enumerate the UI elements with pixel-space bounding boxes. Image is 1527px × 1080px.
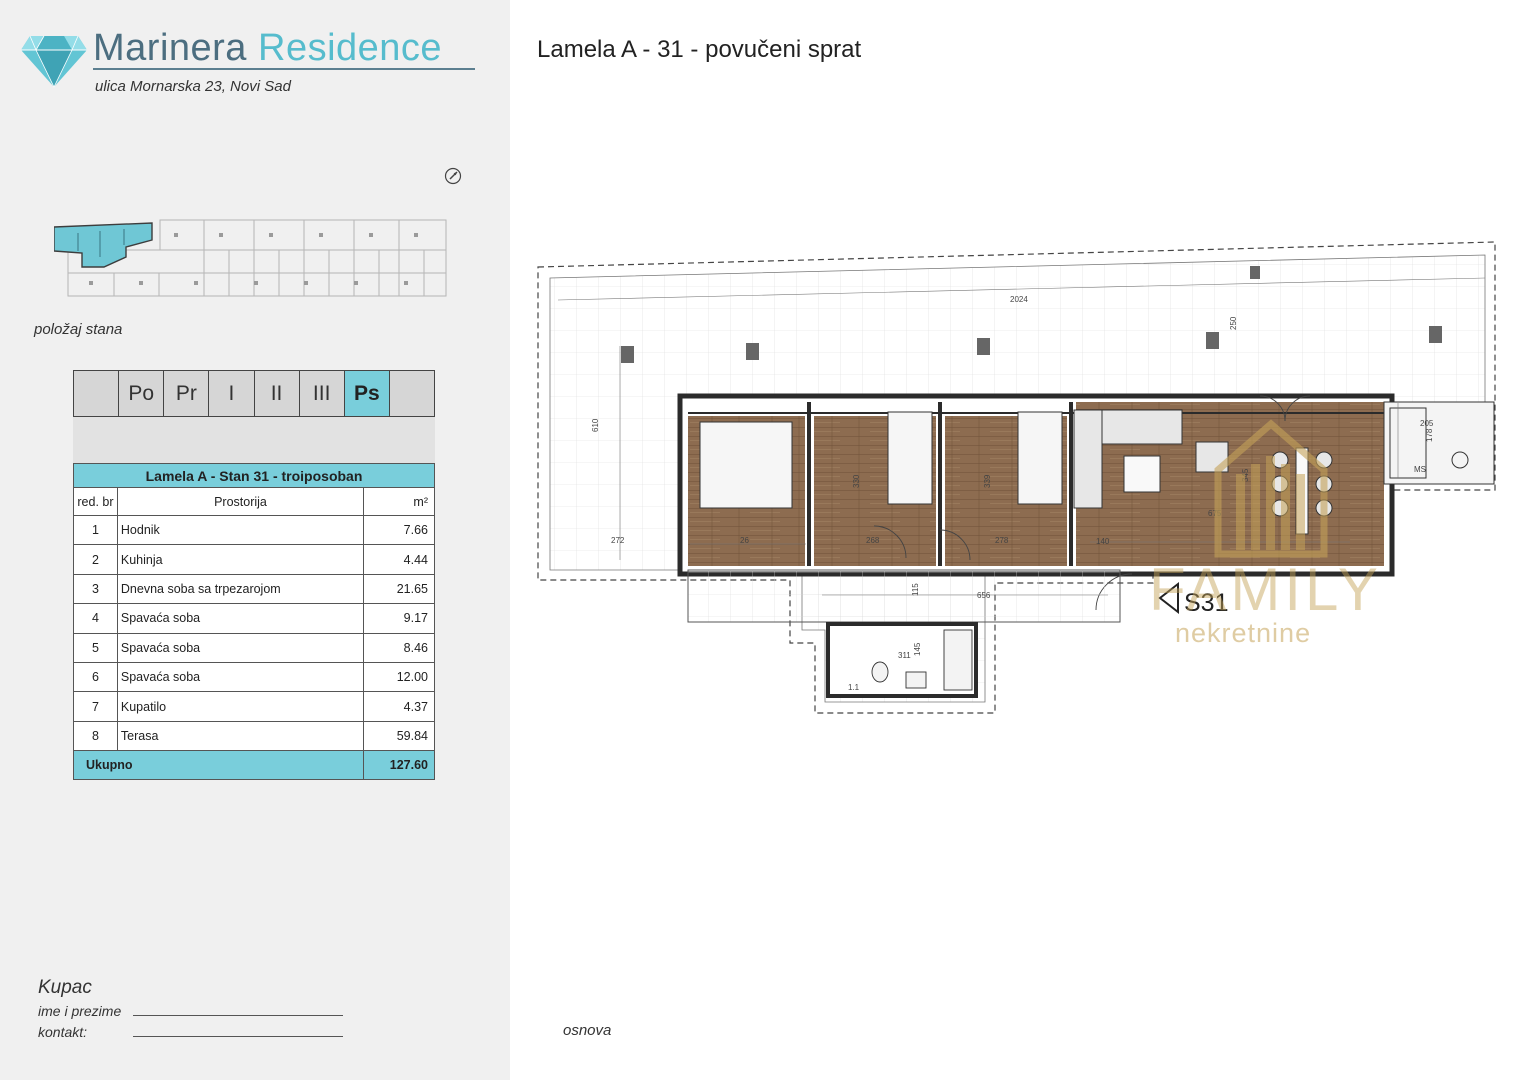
dimension-label: 656 <box>977 591 991 600</box>
row-room: Dnevna soba sa trpezarojom <box>116 573 365 605</box>
hallway-floor <box>687 569 1121 623</box>
table-caption: Lamela A - Stan 31 - troiposoban <box>73 463 435 488</box>
dimension-label: MS <box>1414 465 1426 474</box>
dimension-label: 339 <box>983 474 992 488</box>
row-no: 4 <box>73 603 118 634</box>
floor-tab-ii[interactable]: II <box>255 371 300 416</box>
floor-tab-empty-start <box>74 371 120 416</box>
row-no: 6 <box>73 661 118 693</box>
kitchen-block <box>1383 401 1495 485</box>
dimension-label: 145 <box>913 642 922 656</box>
table-row: 5 Spavaća soba 8.46 <box>73 632 435 663</box>
row-area: 4.44 <box>363 544 435 575</box>
table-row: 4 Spavaća soba 9.17 <box>73 603 435 634</box>
floor-tab-iii[interactable]: III <box>300 371 345 416</box>
row-no: 3 <box>73 573 118 605</box>
row-area: 7.66 <box>363 514 435 546</box>
brand-name-part2: Residence <box>258 27 443 69</box>
watermark-nekretnine: nekretnine <box>1175 618 1312 648</box>
header-no: red. br <box>73 487 118 516</box>
dimension-label: 250 <box>1229 316 1238 330</box>
buyer-contact-line <box>133 1036 343 1037</box>
row-room: Hodnik <box>116 514 365 546</box>
dimension-label: 268 <box>866 536 880 545</box>
left-info-panel: Marinera Residence ulica Mornarska 23, N… <box>0 0 510 1080</box>
header-area: m² <box>363 487 435 516</box>
compass-icon <box>444 167 462 185</box>
table-row: 7 Kupatilo 4.37 <box>73 691 435 722</box>
row-area: 59.84 <box>363 720 435 752</box>
brand-name-part1: Marinera <box>93 27 247 69</box>
brand-underline <box>93 68 475 70</box>
dimension-label: 278 <box>995 536 1009 545</box>
buyer-name-line <box>133 1015 343 1016</box>
dimension-label: 205 <box>1420 419 1434 428</box>
area-table: Lamela A - Stan 31 - troiposoban red. br… <box>72 463 435 781</box>
buyer-contact-label: kontakt: <box>38 1024 88 1040</box>
floor-selector-shadow <box>73 417 435 463</box>
brand-name: Marinera Residence <box>93 26 442 70</box>
row-no: 2 <box>73 544 118 575</box>
buyer-title: Kupac <box>38 977 92 998</box>
row-area: 21.65 <box>363 573 435 605</box>
row-area: 12.00 <box>363 661 435 693</box>
dimension-label: 26 <box>740 536 749 545</box>
row-area: 4.37 <box>363 691 435 722</box>
floor-selector: Po Pr I II III Ps <box>73 370 435 417</box>
total-label: Ukupno <box>72 750 365 781</box>
dimension-label: 610 <box>591 418 600 432</box>
table-row: 1 Hodnik 7.66 <box>73 514 435 546</box>
table-row: 2 Kuhinja 4.44 <box>73 544 435 575</box>
watermark-house-logo <box>1214 419 1328 558</box>
row-room: Kupatilo <box>116 691 365 722</box>
dimension-label: 115 <box>911 583 920 596</box>
header-room: Prostorija <box>116 487 365 516</box>
watermark-family: FAMILY <box>1149 556 1382 623</box>
floor-tab-i[interactable]: I <box>209 371 255 416</box>
dimension-label: 2024 <box>1010 295 1028 304</box>
dimension-label: 330 <box>852 474 861 488</box>
table-total-row: Ukupno 127.60 <box>72 750 435 781</box>
row-no: 8 <box>73 720 118 752</box>
total-value: 127.60 <box>363 750 435 781</box>
floor-tab-ps[interactable]: Ps <box>344 371 390 416</box>
table-row: 8 Terasa 59.84 <box>73 720 435 752</box>
row-room: Terasa <box>116 720 365 752</box>
diamond-icon <box>21 35 87 88</box>
table-caption-row: Lamela A - Stan 31 - troiposoban <box>73 463 435 488</box>
floor-tab-pr[interactable]: Pr <box>164 371 210 416</box>
row-room: Kuhinja <box>116 544 365 575</box>
row-no: 1 <box>73 514 118 546</box>
dimension-label: 311 <box>898 651 911 660</box>
row-room: Spavaća soba <box>116 632 365 663</box>
table-header-row: red. br Prostorija m² <box>73 487 435 516</box>
dimension-label: 178 <box>1425 428 1434 442</box>
floor-plan-panel: Lamela A - 31 - povučeni sprat 2024 250 … <box>510 0 1527 1080</box>
floor-tab-po[interactable]: Po <box>119 371 165 416</box>
table-row: 6 Spavaća soba 12.00 <box>73 661 435 693</box>
plan-title: Lamela A - 31 - povučeni sprat <box>537 36 862 63</box>
dimension-label: 140 <box>1096 537 1110 546</box>
row-no: 5 <box>73 632 118 663</box>
dimension-label: 272 <box>611 536 625 545</box>
plan-footer-label: osnova <box>563 1022 612 1039</box>
dimension-label: 1.1 <box>848 683 860 692</box>
row-no: 7 <box>73 691 118 722</box>
floor-tab-empty-end <box>390 371 434 416</box>
row-room: Spavaća soba <box>116 661 365 693</box>
table-row: 3 Dnevna soba sa trpezarojom 21.65 <box>73 573 435 605</box>
row-area: 8.46 <box>363 632 435 663</box>
buyer-name-label: ime i prezime <box>38 1003 122 1019</box>
floor-plan-drawing: 2024 250 610 272 205 178 345 675 140 330… <box>537 241 1496 714</box>
keyplan-image <box>54 219 447 297</box>
row-area: 9.17 <box>363 603 435 634</box>
row-room: Spavaća soba <box>116 603 365 634</box>
position-label: položaj stana <box>34 321 123 338</box>
address-text: ulica Mornarska 23, Novi Sad <box>95 78 291 95</box>
